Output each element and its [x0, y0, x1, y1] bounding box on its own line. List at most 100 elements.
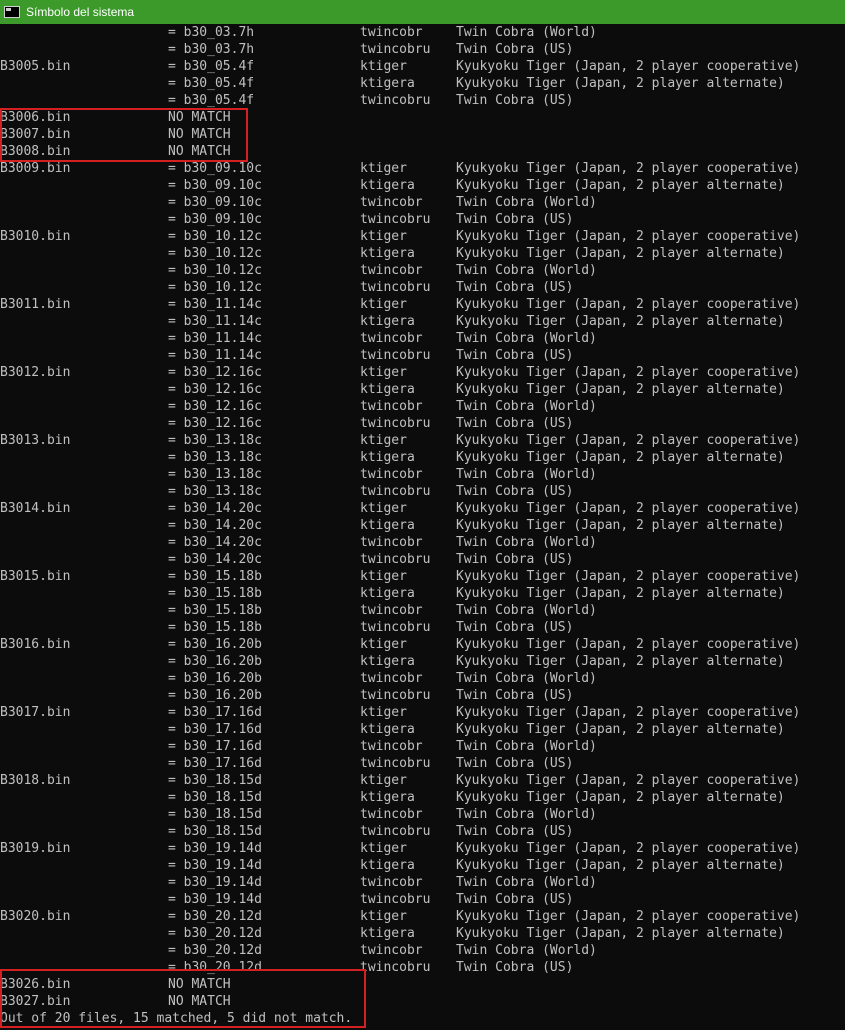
game-description: Kyukyoku Tiger (Japan, 2 player alternat…	[456, 450, 785, 465]
file-name: B3011.bin	[0, 297, 71, 312]
match-result: = b30_15.18b	[168, 586, 262, 601]
match-result: = b30_15.18b	[168, 603, 262, 618]
game-description: Kyukyoku Tiger (Japan, 2 player cooperat…	[456, 59, 801, 74]
set-name: twincobr	[360, 399, 423, 414]
file-name: B3009.bin	[0, 161, 71, 176]
console-line: = b30_14.20c twincobru Twin Cobra (US)	[0, 551, 845, 568]
match-result: = b30_16.20b	[168, 637, 262, 652]
match-result: = b30_20.12d	[168, 943, 262, 958]
match-result: = b30_18.15d	[168, 824, 262, 839]
console-line: = b30_13.18c twincobru Twin Cobra (US)	[0, 483, 845, 500]
set-name: ktigera	[360, 790, 415, 805]
set-name: twincobr	[360, 535, 423, 550]
game-description: Twin Cobra (US)	[456, 93, 574, 108]
set-name: ktiger	[360, 433, 407, 448]
game-description: Twin Cobra (US)	[456, 892, 574, 907]
set-name: ktiger	[360, 569, 407, 584]
console-lines: = b30_03.7h twincobr Twin Cobra (World) = b…	[0, 24, 845, 1010]
set-name: twincobr	[360, 331, 423, 346]
file-name: B3013.bin	[0, 433, 71, 448]
match-result: = b30_14.20c	[168, 518, 262, 533]
summary-line: Out of 20 files, 15 matched, 5 did not m…	[0, 1010, 845, 1027]
game-description: Twin Cobra (US)	[456, 42, 574, 57]
game-description: Twin Cobra (World)	[456, 399, 597, 414]
game-description: Twin Cobra (World)	[456, 807, 597, 822]
set-name: ktiger	[360, 909, 407, 924]
set-name: ktiger	[360, 637, 407, 652]
game-description: Kyukyoku Tiger (Japan, 2 player alternat…	[456, 926, 785, 941]
console-line: = b30_12.16c twincobru Twin Cobra (US)	[0, 415, 845, 432]
console-line: B3009.bin = b30_09.10c ktiger Kyukyoku Tige…	[0, 160, 845, 177]
game-description: Twin Cobra (World)	[456, 25, 597, 40]
set-name: twincobru	[360, 620, 431, 635]
set-name: twincobru	[360, 960, 431, 975]
file-name: B3008.bin	[0, 144, 71, 159]
match-result: = b30_16.20b	[168, 688, 262, 703]
match-result: = b30_12.16c	[168, 416, 262, 431]
console-line: = b30_05.4f twincobru Twin Cobra (US)	[0, 92, 845, 109]
console-line: = b30_16.20b ktigera Kyukyoku Tiger (Japan…	[0, 653, 845, 670]
match-result: = b30_05.4f	[168, 93, 255, 108]
console-line: = b30_05.4f ktigera Kyukyoku Tiger (Japan,…	[0, 75, 845, 92]
title-bar[interactable]: Símbolo del sistema	[0, 0, 845, 24]
game-description: Kyukyoku Tiger (Japan, 2 player alternat…	[456, 858, 785, 873]
game-description: Twin Cobra (World)	[456, 875, 597, 890]
cmd-icon	[4, 6, 20, 18]
match-result: = b30_15.18b	[168, 569, 262, 584]
game-description: Kyukyoku Tiger (Japan, 2 player alternat…	[456, 246, 785, 261]
match-result: = b30_17.16d	[168, 705, 262, 720]
game-description: Kyukyoku Tiger (Japan, 2 player alternat…	[456, 722, 785, 737]
set-name: ktigera	[360, 450, 415, 465]
console-line: B3016.bin = b30_16.20b ktiger Kyukyoku Tige…	[0, 636, 845, 653]
console-line: = b30_19.14d twincobr Twin Cobra (World)	[0, 874, 845, 891]
match-result: = b30_20.12d	[168, 926, 262, 941]
game-description: Kyukyoku Tiger (Japan, 2 player cooperat…	[456, 705, 801, 720]
console-line: = b30_17.16d twincobr Twin Cobra (World)	[0, 738, 845, 755]
match-result: = b30_18.15d	[168, 790, 262, 805]
game-description: Kyukyoku Tiger (Japan, 2 player cooperat…	[456, 161, 801, 176]
console-line: B3026.bin NO MATCH	[0, 976, 845, 993]
game-description: Kyukyoku Tiger (Japan, 2 player cooperat…	[456, 637, 801, 652]
console-line: = b30_03.7h twincobr Twin Cobra (World)	[0, 24, 845, 41]
console-line: = b30_11.14c twincobru Twin Cobra (US)	[0, 347, 845, 364]
set-name: twincobr	[360, 943, 423, 958]
game-description: Twin Cobra (World)	[456, 263, 597, 278]
set-name: twincobr	[360, 263, 423, 278]
match-result: = b30_18.15d	[168, 807, 262, 822]
match-result: = b30_09.10c	[168, 161, 262, 176]
game-description: Kyukyoku Tiger (Japan, 2 player alternat…	[456, 382, 785, 397]
console-line: = b30_20.12d ktigera Kyukyoku Tiger (Japan…	[0, 925, 845, 942]
console-line: = b30_11.14c ktigera Kyukyoku Tiger (Japan…	[0, 313, 845, 330]
game-description: Twin Cobra (World)	[456, 671, 597, 686]
match-result: NO MATCH	[168, 110, 231, 125]
console-line: B3008.bin NO MATCH	[0, 143, 845, 160]
game-description: Kyukyoku Tiger (Japan, 2 player alternat…	[456, 76, 785, 91]
set-name: twincobr	[360, 807, 423, 822]
match-result: = b30_17.16d	[168, 756, 262, 771]
match-result: = b30_03.7h	[168, 42, 255, 57]
match-result: = b30_11.14c	[168, 314, 262, 329]
console-line: = b30_17.16d ktigera Kyukyoku Tiger (Japan…	[0, 721, 845, 738]
match-result: = b30_17.16d	[168, 739, 262, 754]
set-name: ktigera	[360, 518, 415, 533]
console-line: = b30_19.14d twincobru Twin Cobra (US)	[0, 891, 845, 908]
match-result: = b30_09.10c	[168, 212, 262, 227]
match-result: = b30_05.4f	[168, 59, 255, 74]
console-line: = b30_18.15d twincobr Twin Cobra (World)	[0, 806, 845, 823]
set-name: ktiger	[360, 161, 407, 176]
match-result: = b30_12.16c	[168, 365, 262, 380]
set-name: twincobru	[360, 756, 431, 771]
set-name: twincobr	[360, 671, 423, 686]
game-description: Twin Cobra (US)	[456, 620, 574, 635]
game-description: Twin Cobra (World)	[456, 603, 597, 618]
console-line: B3011.bin = b30_11.14c ktiger Kyukyoku Tige…	[0, 296, 845, 313]
game-description: Twin Cobra (US)	[456, 824, 574, 839]
set-name: twincobru	[360, 688, 431, 703]
match-result: = b30_14.20c	[168, 552, 262, 567]
match-result: = b30_19.14d	[168, 841, 262, 856]
file-name: B3007.bin	[0, 127, 71, 142]
set-name: twincobru	[360, 42, 431, 57]
match-result: = b30_11.14c	[168, 348, 262, 363]
game-description: Twin Cobra (World)	[456, 535, 597, 550]
console-output[interactable]: = b30_03.7h twincobr Twin Cobra (World) = b…	[0, 24, 845, 1030]
